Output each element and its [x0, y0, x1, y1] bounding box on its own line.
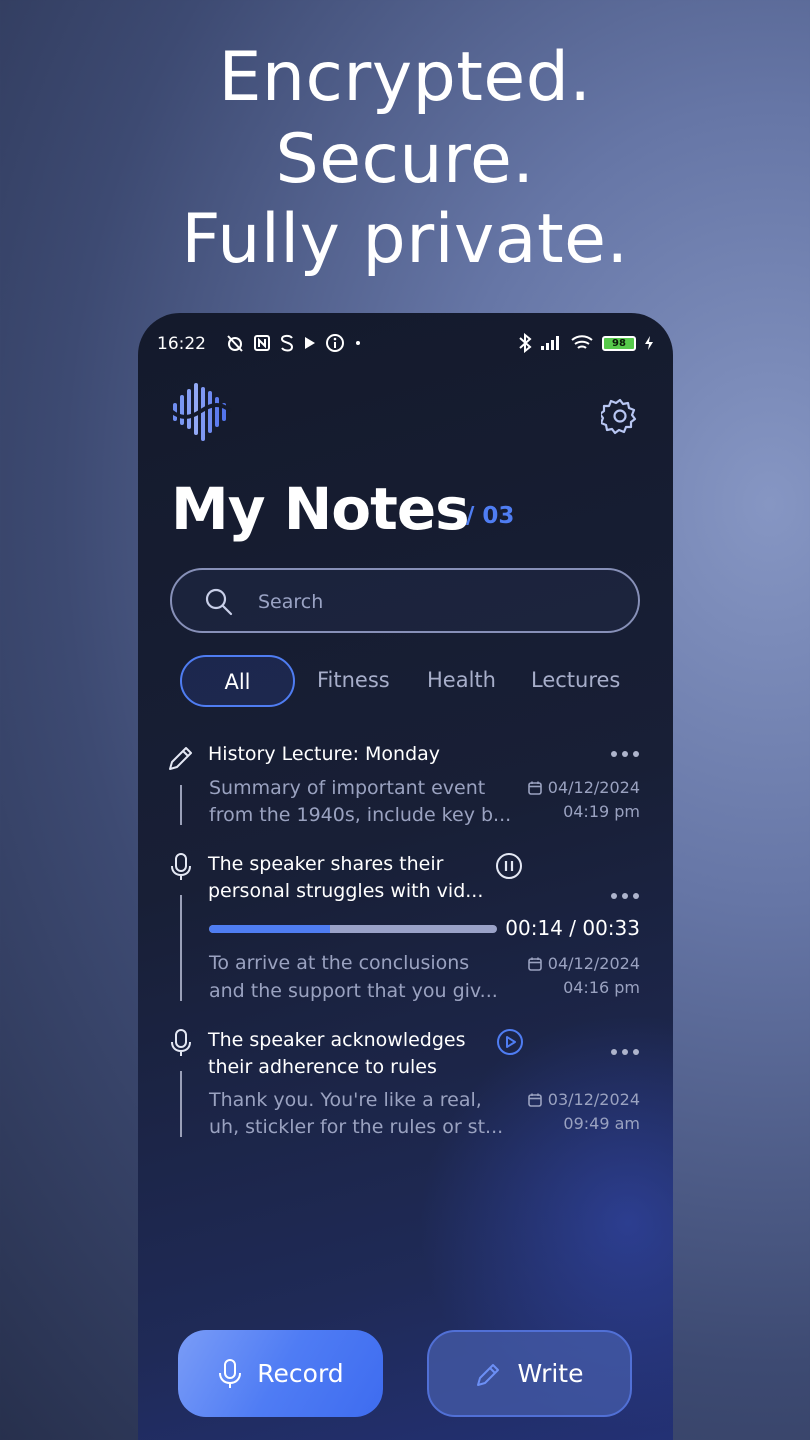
record-button-label: Record	[257, 1359, 344, 1388]
record-button[interactable]: Record	[178, 1330, 383, 1417]
tab-lectures[interactable]: Lectures	[531, 655, 620, 707]
note-time: 04:16 pm	[563, 978, 640, 997]
charging-icon	[645, 336, 653, 350]
note-description-line-2: and the support that you giv...	[209, 980, 498, 1002]
pencil-icon	[169, 747, 192, 770]
note-date-text: 04/12/2024	[547, 954, 640, 973]
app-s-icon	[280, 334, 294, 352]
audio-playback-time: 00:14 / 00:33	[505, 916, 640, 940]
note-time: 04:19 pm	[563, 802, 640, 821]
search-input[interactable]: Search	[170, 568, 640, 633]
audio-progress-fill	[209, 925, 330, 933]
headline-line-2: Secure.	[275, 120, 535, 199]
more-options-icon[interactable]	[611, 751, 639, 759]
nfc-icon	[254, 335, 270, 351]
status-time: 16:22	[157, 334, 206, 354]
note-date: 04/12/2024	[527, 952, 640, 976]
settings-gear-icon[interactable]	[601, 397, 639, 435]
note-description-line-1: To arrive at the conclusions	[209, 952, 470, 974]
audio-progress-bar[interactable]	[209, 925, 497, 933]
status-system-icons: 98	[518, 333, 654, 353]
note-description-line-1: Summary of important event	[209, 777, 486, 799]
note-title-line-2: personal struggles with vid...	[208, 880, 484, 902]
tab-fitness[interactable]: Fitness	[317, 655, 390, 707]
note-title-line-1: The speaker shares their	[208, 853, 444, 875]
write-button-label: Write	[517, 1359, 584, 1388]
calendar-icon	[527, 781, 542, 795]
wifi-icon	[571, 335, 593, 349]
page-title: My Notes	[171, 475, 470, 543]
tab-all[interactable]: All	[180, 655, 295, 707]
status-bar: 16:22 98	[157, 333, 654, 357]
app-logo-icon	[170, 383, 232, 441]
signal-icon	[541, 336, 559, 350]
microphone-icon	[219, 1358, 242, 1388]
note-title: History Lecture: Monday	[208, 743, 441, 765]
calendar-icon	[527, 1093, 542, 1107]
note-timeline	[180, 895, 182, 1001]
write-button[interactable]: Write	[427, 1330, 632, 1417]
microphone-icon	[171, 1029, 191, 1056]
headline-line-1: Encrypted.	[218, 38, 592, 117]
more-options-icon[interactable]	[611, 1049, 639, 1057]
alarm-off-icon	[227, 335, 243, 352]
calendar-icon	[527, 957, 542, 971]
pencil-icon	[477, 1363, 500, 1386]
note-date: 04/12/2024	[527, 776, 640, 800]
microphone-icon	[171, 853, 191, 880]
note-date-text: 04/12/2024	[547, 778, 640, 797]
note-description-line-1: Thank you. You're like a real,	[209, 1089, 482, 1111]
note-timeline	[180, 1071, 182, 1137]
phone-screen: 16:22 98 My Notes / 03 Search All Fitnes…	[138, 313, 673, 1440]
note-date: 03/12/2024	[527, 1088, 640, 1112]
play-button-icon[interactable]	[496, 1028, 524, 1056]
more-notifications-dot-icon	[356, 341, 360, 345]
status-notification-icons	[225, 333, 363, 353]
headline-line-3: Fully private.	[181, 200, 629, 279]
note-title-line-2: their adherence to rules	[208, 1056, 437, 1078]
info-icon	[326, 334, 344, 352]
note-time: 09:49 am	[563, 1114, 640, 1133]
bluetooth-icon	[519, 333, 532, 353]
search-icon	[205, 588, 233, 616]
pause-button-icon[interactable]	[495, 852, 523, 880]
note-date-text: 03/12/2024	[547, 1090, 640, 1109]
tab-health[interactable]: Health	[427, 655, 496, 707]
note-description-line-2: uh, stickler for the rules or st...	[209, 1116, 504, 1138]
note-timeline	[180, 785, 182, 825]
note-description-line-2: from the 1940s, include key b...	[209, 804, 512, 826]
play-store-icon	[305, 337, 315, 349]
battery-icon: 98	[602, 335, 636, 351]
more-options-icon[interactable]	[611, 893, 639, 901]
notes-count: / 03	[466, 503, 515, 529]
note-title-line-1: The speaker acknowledges	[208, 1029, 466, 1051]
search-placeholder: Search	[258, 591, 324, 613]
